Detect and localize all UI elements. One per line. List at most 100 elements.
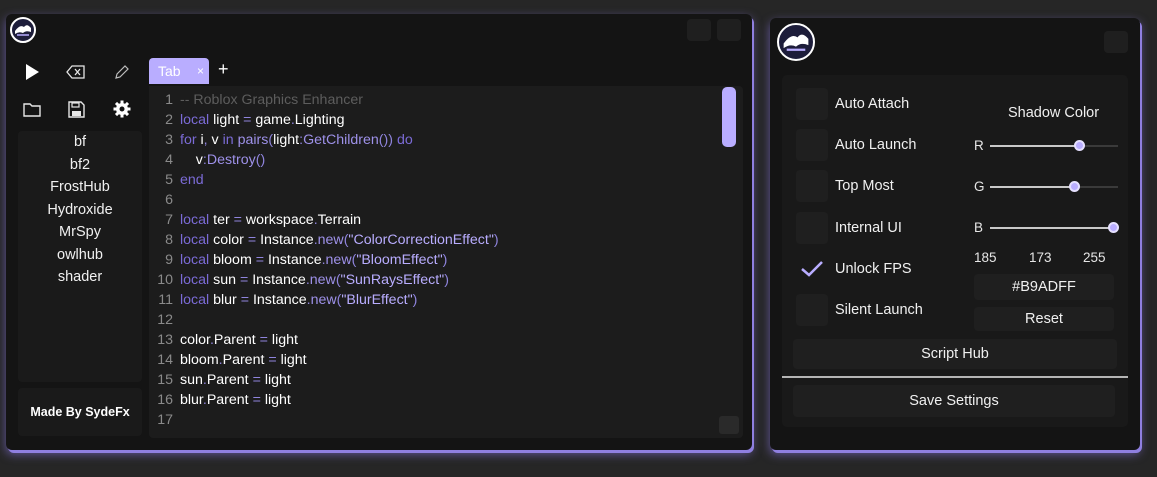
save-icon [67,100,85,118]
blue-slider-fill [990,227,1114,229]
line-number: 8 [165,232,173,248]
green-value: 173 [1029,250,1052,265]
code-line[interactable]: sun.Parent = light [180,370,499,390]
code-line[interactable] [180,310,499,330]
code-line[interactable]: bloom.Parent = light [180,350,499,370]
reset-button[interactable]: Reset [974,307,1114,331]
line-number-gutter: 1 2 3 4 5 6 7 8 9 10 11 12 13 14 15 16 17 [149,90,173,430]
script-item-bf[interactable]: bf [18,131,142,154]
auto-launch-label: Auto Launch [835,137,917,153]
editor-scrollbar[interactable] [722,87,736,147]
code-line[interactable] [180,190,499,210]
auto-attach-label: Auto Attach [835,96,910,112]
execute-button[interactable] [17,59,47,85]
settings-panel: Auto Attach Auto Launch Top Most Interna… [782,75,1128,427]
script-item-mrspy[interactable]: MrSpy [18,221,142,244]
tab-label: Tab [158,63,181,79]
minimize-button[interactable] [687,19,711,41]
code-line[interactable]: local ter = workspace.Terrain [180,210,499,230]
line-number: 17 [157,412,173,428]
settings-button[interactable] [107,96,137,122]
hex-color-field[interactable]: #B9ADFF [974,274,1114,300]
gear-icon [113,100,131,118]
editor-corner [719,416,739,434]
add-tab-button[interactable]: + [218,59,229,80]
line-number: 5 [165,172,173,188]
code-line[interactable]: end [180,170,499,190]
line-number: 10 [157,272,173,288]
internal-ui-label: Internal UI [835,220,902,236]
script-list: bf bf2 FrostHub Hydroxide MrSpy owlhub s… [18,131,142,382]
open-file-button[interactable] [17,96,47,122]
script-item-owlhub[interactable]: owlhub [18,244,142,267]
divider [782,376,1128,378]
red-slider-knob[interactable] [1074,140,1085,151]
code-line[interactable]: local color = Instance.new("ColorCorrect… [180,230,499,250]
unlock-fps-checkbox[interactable] [796,253,828,285]
line-number: 4 [165,152,173,168]
app-logo-icon [10,17,36,43]
save-settings-button[interactable]: Save Settings [793,385,1115,417]
blue-label: B [974,220,984,235]
save-file-button[interactable] [61,96,91,122]
line-number: 6 [165,192,173,208]
settings-close-button[interactable] [1104,31,1128,53]
line-number: 14 [157,352,173,368]
script-item-shader[interactable]: shader [18,266,142,289]
green-slider-knob[interactable] [1069,181,1080,192]
code-line[interactable]: local light = game.Lighting [180,110,499,130]
credit-label: Made By SydeFx [18,388,142,436]
shadow-color-title: Shadow Color [1008,105,1100,121]
unlock-fps-label: Unlock FPS [835,261,912,277]
settings-window: Auto Attach Auto Launch Top Most Interna… [770,18,1140,450]
code-line[interactable]: blur.Parent = light [180,390,499,410]
red-value: 185 [974,250,997,265]
silent-launch-checkbox[interactable] [796,294,828,326]
code-line[interactable]: for i, v in pairs(light:GetChildren()) d… [180,130,499,150]
red-slider-track [1080,145,1118,147]
code-lines[interactable]: -- Roblox Graphics Enhancer local light =… [180,90,499,410]
clear-button[interactable] [61,59,91,85]
script-item-bf2[interactable]: bf2 [18,154,142,177]
line-number: 2 [165,112,173,128]
red-slider-fill [990,145,1080,147]
code-line[interactable]: local bloom = Instance.new("BloomEffect"… [180,250,499,270]
line-number: 3 [165,132,173,148]
pencil-icon [115,65,129,79]
auto-attach-checkbox[interactable] [796,88,828,120]
code-line[interactable]: v:Destroy() [180,150,499,170]
folder-icon [23,102,41,117]
code-line[interactable]: local sun = Instance.new("SunRaysEffect"… [180,270,499,290]
green-slider-track [1074,186,1118,188]
red-label: R [974,138,984,153]
tab-close-icon[interactable]: × [197,58,204,84]
line-number: 7 [165,212,173,228]
code-line[interactable]: -- Roblox Graphics Enhancer [180,90,499,110]
editor-window: bf bf2 FrostHub Hydroxide MrSpy owlhub s… [6,14,752,450]
top-most-checkbox[interactable] [796,170,828,202]
auto-launch-checkbox[interactable] [796,129,828,161]
code-line[interactable]: local blur = Instance.new("BlurEffect") [180,290,499,310]
internal-ui-checkbox[interactable] [796,212,828,244]
green-slider-fill [990,186,1074,188]
blue-value: 255 [1083,250,1106,265]
edit-button[interactable] [107,59,137,85]
top-most-label: Top Most [835,178,894,194]
green-label: G [974,179,985,194]
code-line[interactable]: color.Parent = light [180,330,499,350]
line-number: 9 [165,252,173,268]
settings-logo-icon [777,23,815,61]
script-hub-button[interactable]: Script Hub [793,339,1117,369]
code-editor[interactable]: 1 2 3 4 5 6 7 8 9 10 11 12 13 14 15 16 17 -- Roblox Grap… [149,86,743,438]
silent-launch-label: Silent Launch [835,302,923,318]
line-number: 16 [157,392,173,408]
backspace-icon [66,65,85,79]
blue-slider-knob[interactable] [1108,222,1119,233]
line-number: 1 [165,92,173,108]
script-item-frosthub[interactable]: FrostHub [18,176,142,199]
play-icon [26,64,39,80]
script-item-hydroxide[interactable]: Hydroxide [18,199,142,222]
checkmark-icon [801,261,823,277]
tab-main[interactable]: Tab × [149,58,209,84]
close-button[interactable] [717,19,741,41]
